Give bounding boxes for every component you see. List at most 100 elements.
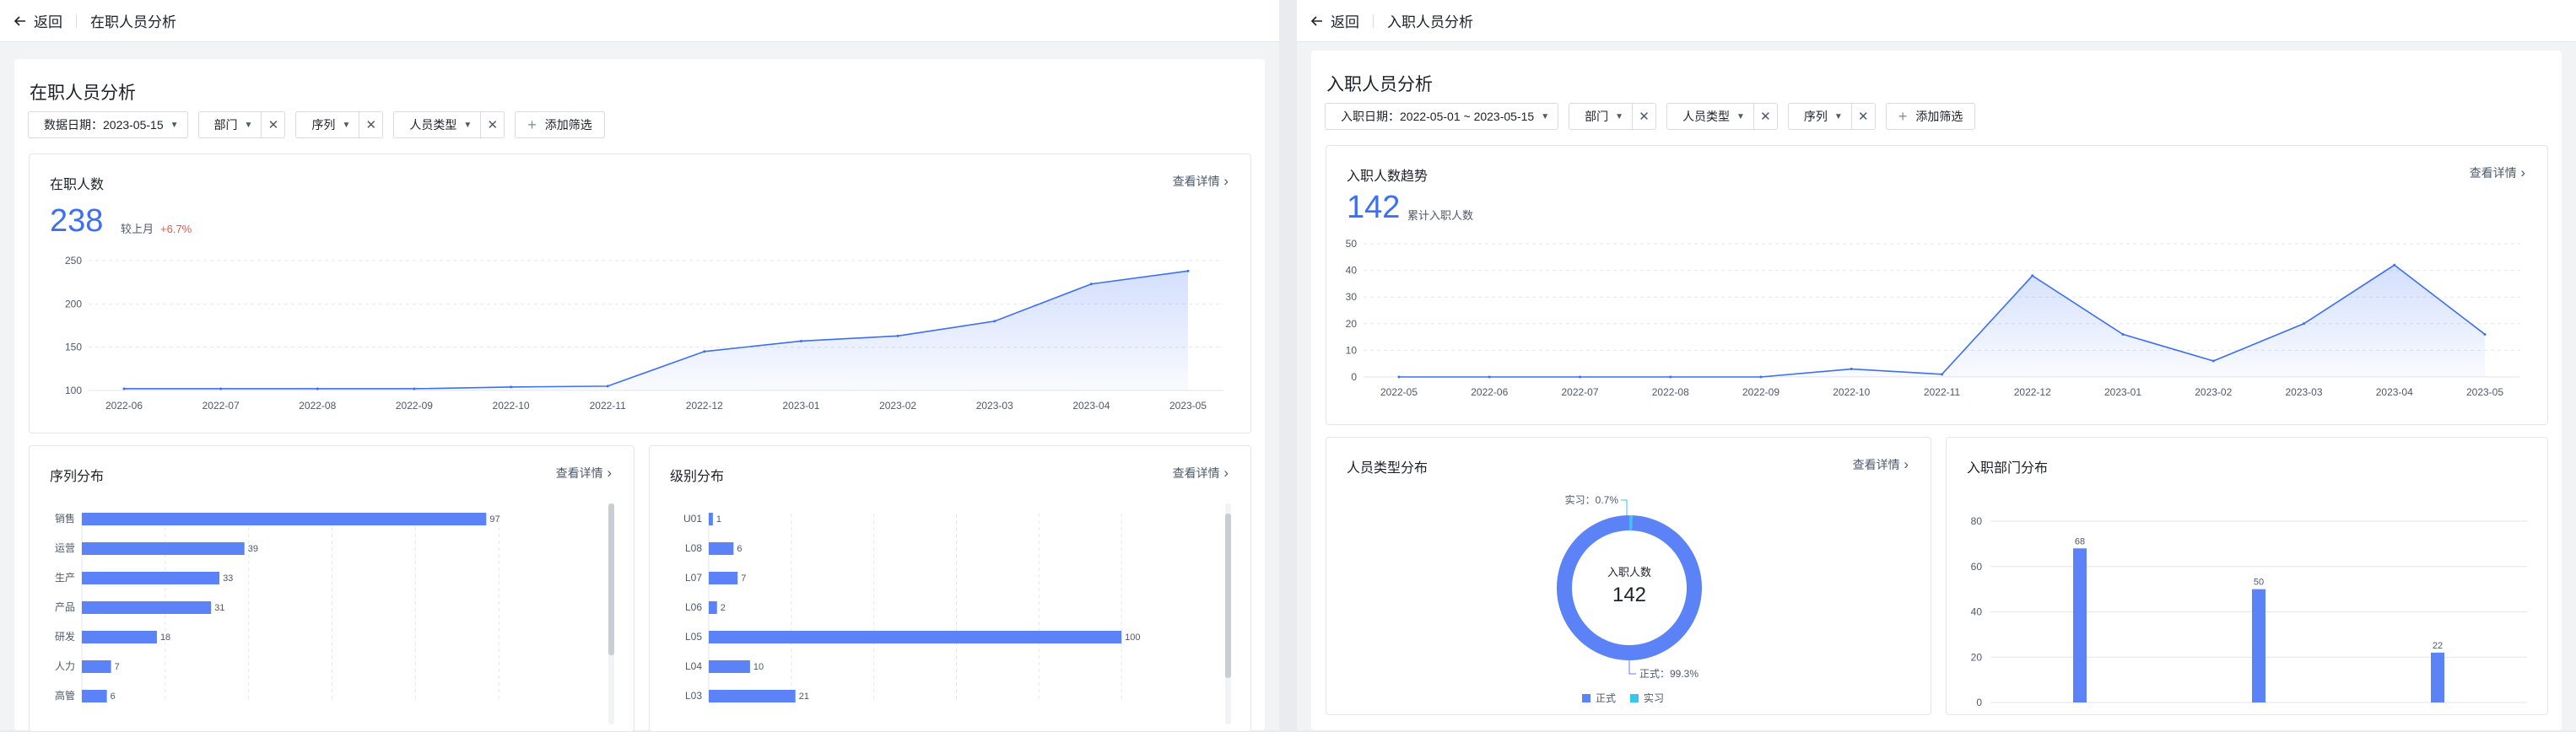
scrollbar-thumb[interactable] <box>1225 514 1231 678</box>
window-title: 入职人员分析 <box>1387 14 1473 30</box>
x-tick-label: 2022-12 <box>2014 386 2051 398</box>
view-details-link[interactable]: 查看详情 <box>1173 173 1229 190</box>
x-tick-label: 2023-01 <box>782 400 819 412</box>
back-button[interactable]: 返回 <box>1310 10 1359 31</box>
bar <box>2073 548 2087 702</box>
data-label: 6 <box>737 544 742 554</box>
add-filter-button[interactable]: + 添加筛选 <box>515 111 605 138</box>
data-point <box>799 339 802 342</box>
data-point <box>1089 283 1093 286</box>
x-tick-label: 2022-07 <box>1561 386 1598 398</box>
bar <box>709 572 738 584</box>
close-icon[interactable]: ✕ <box>1850 104 1875 129</box>
category-label: U01 <box>683 513 702 525</box>
data-point <box>2031 274 2034 277</box>
x-tick-label: 2022-07 <box>203 400 240 412</box>
close-icon[interactable]: ✕ <box>1632 104 1655 129</box>
level-distribution-chart: U01 1 L08 6 L07 7 L06 2 L05 100 L04 10 L03 21 <box>683 513 1141 702</box>
filter-sequence[interactable]: 序列 ▼ ✕ <box>1787 103 1876 130</box>
bar <box>709 513 713 525</box>
card-title: 入职人数趋势 <box>1347 170 1428 184</box>
filter-hire-date[interactable]: 入职日期：2022-05-01 ~ 2023-05-15 ▼ <box>1325 103 1559 130</box>
data-label: 50 <box>2254 578 2264 588</box>
y-tick-label: 40 <box>1346 265 1358 277</box>
data-label: 31 <box>214 603 224 613</box>
y-tick-label: 50 <box>1346 238 1358 250</box>
data-point <box>413 387 416 390</box>
close-icon[interactable]: ✕ <box>480 112 504 137</box>
window-title: 在职人员分析 <box>90 14 176 30</box>
divider <box>1373 13 1374 28</box>
filter-sequence[interactable]: 序列 ▼ ✕ <box>295 111 384 138</box>
data-point <box>219 387 223 390</box>
filter-label: 入职日期：2022-05-01 ~ 2023-05-15 <box>1341 110 1535 123</box>
content-panel: 在职人员分析 数据日期：2023-05-15 ▼ 部门 ▼ ✕ 序列 ▼ ✕ 人员类型… <box>14 59 1265 732</box>
bar <box>82 690 107 702</box>
scrollbar-thumb[interactable] <box>608 503 614 655</box>
filter-department[interactable]: 部门 ▼ ✕ <box>197 111 286 138</box>
filter-date[interactable]: 数据日期：2023-05-15 ▼ <box>28 111 188 138</box>
content-panel: 入职人员分析 入职日期：2022-05-01 ~ 2023-05-15 ▼ 部门 ▼… <box>1311 51 2562 730</box>
category-label: 运营 <box>55 542 75 554</box>
category-label: L05 <box>685 631 702 643</box>
y-tick-label: 20 <box>1971 651 1983 663</box>
close-icon[interactable]: ✕ <box>359 112 382 137</box>
x-tick-label: 2023-01 <box>2104 386 2141 398</box>
close-icon[interactable]: ✕ <box>1752 104 1777 129</box>
view-details-link[interactable]: 查看详情 <box>2470 164 2525 181</box>
view-details-link[interactable]: 查看详情 <box>556 465 612 482</box>
bar <box>2252 589 2265 702</box>
bar <box>82 660 111 673</box>
filter-bar: 入职日期：2022-05-01 ~ 2023-05-15 ▼ 部门 ▼ ✕ 人员类型… <box>1325 103 1976 130</box>
category-label: 研发 <box>55 630 75 643</box>
data-label: 6 <box>111 692 116 702</box>
top-bar: 返回 入职人员分析 <box>1297 0 2576 42</box>
headcount-trend-chart: 100 150 200 250 2022-06 2022-07 2022-08 2022-09… <box>65 255 1223 412</box>
close-icon[interactable]: ✕ <box>261 112 284 137</box>
caret-down-icon: ▼ <box>1541 111 1550 121</box>
filter-bar: 数据日期：2023-05-15 ▼ 部门 ▼ ✕ 序列 ▼ ✕ 人员类型 ▼ ✕ + 添加… <box>28 111 605 138</box>
caret-down-icon: ▼ <box>244 120 253 130</box>
x-tick-label: 2022-09 <box>1742 386 1779 398</box>
category-label: L06 <box>685 601 702 613</box>
callout-intern: 实习：0.7% <box>1565 493 1619 506</box>
y-tick-label: 150 <box>65 342 82 353</box>
filter-employee-type[interactable]: 人员类型 ▼ ✕ <box>1666 103 1778 130</box>
data-point <box>703 350 706 353</box>
headcount-compare: 较上月 +6.7% <box>121 220 192 236</box>
x-tick-label: 2022-12 <box>686 400 723 412</box>
plus-icon: + <box>527 116 537 133</box>
data-point <box>1669 375 1672 379</box>
filter-label: 人员类型 <box>1682 110 1730 123</box>
x-tick-label: 2023-04 <box>2376 386 2413 398</box>
data-label: 22 <box>2433 641 2443 651</box>
sequence-distribution-chart: 销售 97 运营 39 生产 33 产品 31 研发 18 人力 7 高管 6 <box>55 512 500 702</box>
filter-label: 部门 <box>213 118 238 132</box>
filter-department[interactable]: 部门 ▼ ✕ <box>1569 103 1656 130</box>
compare-label: 较上月 <box>121 223 154 235</box>
x-tick-label: 2022-10 <box>1833 386 1870 398</box>
hire-department-card: 入职部门分布 02040608068销售部50研发中心22人力资源部 <box>1946 437 2548 715</box>
data-label: 1 <box>716 514 721 525</box>
legend-swatch <box>1630 694 1639 702</box>
series-area <box>1399 265 2485 377</box>
view-details-link[interactable]: 查看详情 <box>1173 465 1229 482</box>
data-label: 39 <box>248 544 258 554</box>
hire-department-chart: 02040608068销售部50研发中心22人力资源部 <box>1971 515 2527 708</box>
divider <box>76 13 77 28</box>
bar <box>82 631 157 643</box>
data-point <box>2121 332 2125 336</box>
bar <box>82 513 487 525</box>
add-filter-button[interactable]: + 添加筛选 <box>1885 103 1976 130</box>
data-point <box>2211 359 2215 363</box>
category-label: 生产 <box>55 572 75 584</box>
filter-label: 部门 <box>1585 110 1609 123</box>
filter-employee-type[interactable]: 人员类型 ▼ ✕ <box>393 111 505 138</box>
back-button[interactable]: 返回 <box>14 10 62 31</box>
caret-down-icon: ▼ <box>170 120 179 130</box>
data-point <box>606 385 609 388</box>
callout-line <box>1621 499 1628 515</box>
sequence-card: 序列分布 查看详情 销售 97 运营 39 生产 33 产品 31 研发 18 人力 7 高管 6 <box>29 445 635 732</box>
view-details-link[interactable]: 查看详情 <box>1853 456 1909 473</box>
data-point <box>2393 263 2396 266</box>
